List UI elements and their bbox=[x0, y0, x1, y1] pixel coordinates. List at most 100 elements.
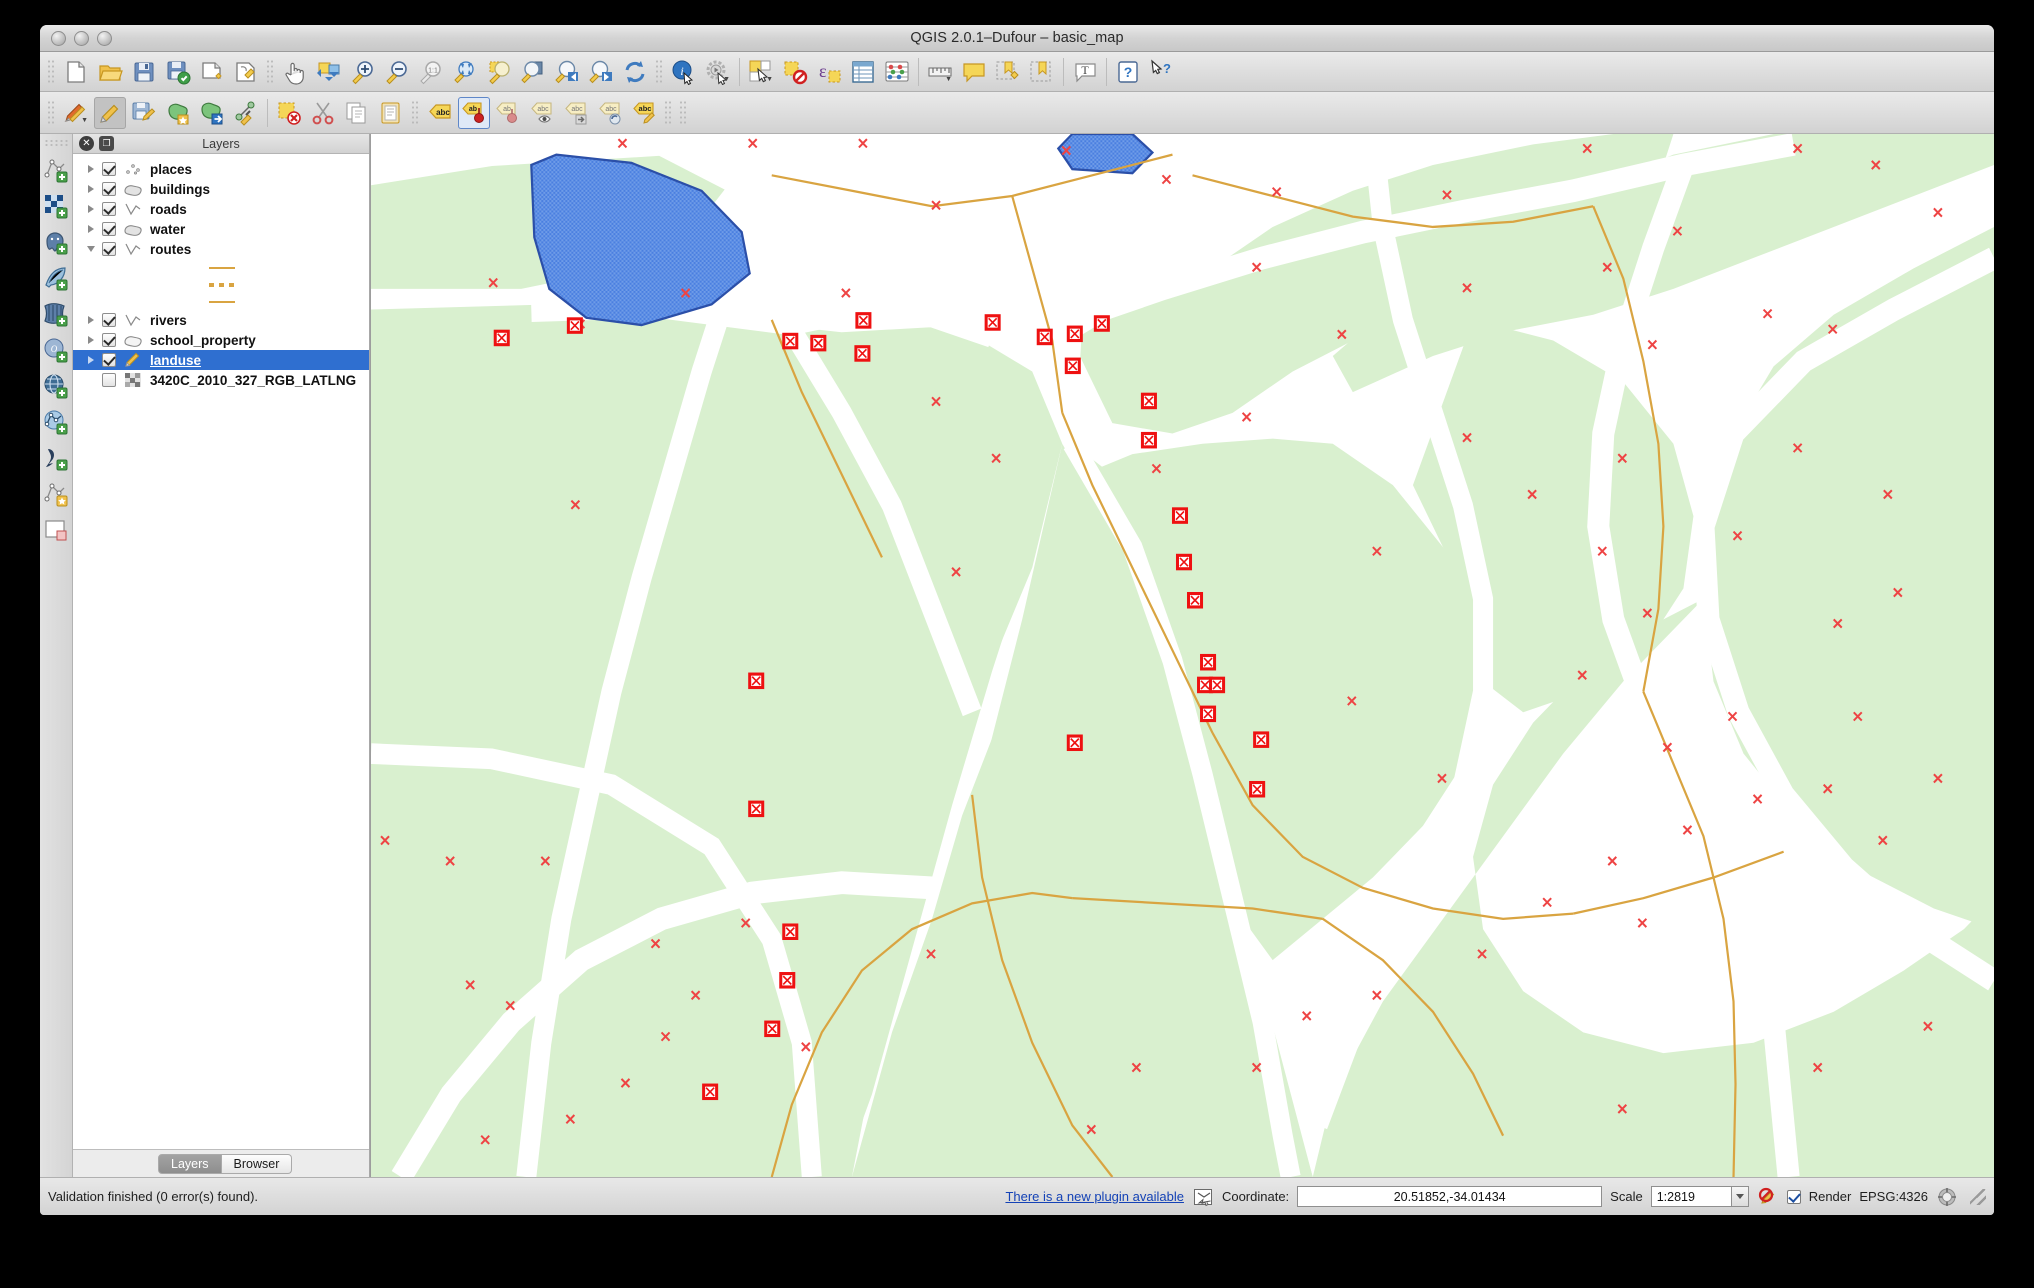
toolbar-grip-7[interactable] bbox=[679, 99, 688, 126]
expander-icon[interactable] bbox=[83, 246, 99, 252]
messages-icon[interactable] bbox=[1192, 1186, 1214, 1208]
expander-icon[interactable] bbox=[83, 336, 99, 344]
copy-features-icon[interactable] bbox=[341, 97, 373, 129]
text-annotation-icon[interactable]: T bbox=[1069, 56, 1101, 88]
cut-features-icon[interactable] bbox=[307, 97, 339, 129]
composer-manager-icon[interactable] bbox=[230, 56, 262, 88]
render-checkbox[interactable] bbox=[1786, 1189, 1801, 1204]
tab-browser[interactable]: Browser bbox=[221, 1153, 293, 1174]
zoom-button[interactable] bbox=[97, 31, 112, 46]
layer-row-routes[interactable]: routes bbox=[73, 239, 369, 259]
toolbar-grip[interactable] bbox=[47, 58, 56, 85]
pan-map-icon[interactable] bbox=[279, 56, 311, 88]
node-tool-icon[interactable] bbox=[230, 97, 262, 129]
show-hide-labels-icon[interactable]: abc bbox=[526, 97, 558, 129]
measure-line-icon[interactable]: ▼ bbox=[924, 56, 956, 88]
expander-icon[interactable] bbox=[83, 165, 99, 173]
change-label-icon[interactable]: abc bbox=[628, 97, 660, 129]
run-feature-action-icon[interactable]: ▼ bbox=[702, 56, 734, 88]
add-wms-layer-icon[interactable] bbox=[41, 368, 71, 404]
show-bookmarks-icon[interactable] bbox=[1026, 56, 1058, 88]
toolbar-grip-5[interactable] bbox=[411, 99, 420, 126]
chevron-down-icon[interactable]: ▼ bbox=[81, 117, 88, 124]
layer-visibility-checkbox[interactable] bbox=[102, 182, 116, 196]
coordinate-input[interactable]: 20.51852,-34.01434 bbox=[1297, 1186, 1603, 1207]
layers-tree[interactable]: places buildings roads water routes rive… bbox=[73, 154, 369, 1149]
leftbar-grip[interactable] bbox=[44, 139, 68, 148]
plugin-notice-link[interactable]: There is a new plugin available bbox=[1005, 1189, 1184, 1204]
toggle-editing-icon[interactable] bbox=[94, 96, 126, 129]
resize-grip[interactable] bbox=[1970, 1188, 1986, 1205]
current-edits-icon[interactable]: ▼ bbox=[60, 97, 92, 129]
select-features-icon[interactable]: ▼ bbox=[745, 56, 777, 88]
new-bookmark-icon[interactable] bbox=[992, 56, 1024, 88]
undock-icon[interactable]: ❐ bbox=[99, 136, 114, 151]
save-project-as-icon[interactable] bbox=[162, 56, 194, 88]
zoom-out-icon[interactable] bbox=[381, 56, 413, 88]
chevron-down-icon[interactable] bbox=[1730, 1186, 1749, 1207]
chevron-down-icon[interactable]: ▼ bbox=[945, 76, 952, 83]
toolbar-grip-6[interactable] bbox=[664, 99, 673, 126]
add-raster-layer-icon[interactable] bbox=[41, 188, 71, 224]
help-icon[interactable]: ? bbox=[1112, 56, 1144, 88]
move-label-icon[interactable]: abc bbox=[560, 97, 592, 129]
map-tips-icon[interactable] bbox=[958, 56, 990, 88]
crs-status-icon[interactable] bbox=[1936, 1186, 1958, 1208]
deselect-features-icon[interactable] bbox=[779, 56, 811, 88]
add-spatialite-layer-icon[interactable] bbox=[41, 260, 71, 296]
save-project-icon[interactable] bbox=[128, 56, 160, 88]
layer-visibility-checkbox[interactable] bbox=[102, 162, 116, 176]
open-field-calculator-icon[interactable] bbox=[881, 56, 913, 88]
zoom-last-icon[interactable] bbox=[551, 56, 583, 88]
add-wfs-layer-icon[interactable] bbox=[41, 404, 71, 440]
map-canvas[interactable] bbox=[370, 134, 1994, 1177]
delete-selected-icon[interactable] bbox=[273, 97, 305, 129]
layer-visibility-checkbox[interactable] bbox=[102, 222, 116, 236]
zoom-to-selection-icon[interactable] bbox=[483, 56, 515, 88]
expander-icon[interactable] bbox=[83, 225, 99, 233]
add-vector-layer-icon[interactable] bbox=[41, 152, 71, 188]
identify-features-icon[interactable]: i bbox=[668, 56, 700, 88]
expander-icon[interactable] bbox=[83, 185, 99, 193]
layer-row-school-property[interactable]: school_property bbox=[73, 330, 369, 350]
scale-input[interactable]: 1:2819 bbox=[1650, 1186, 1731, 1207]
new-print-composer-icon[interactable] bbox=[196, 56, 228, 88]
chevron-down-icon[interactable]: ▼ bbox=[766, 76, 773, 83]
add-mssql-layer-icon[interactable] bbox=[41, 296, 71, 332]
window-controls[interactable] bbox=[51, 31, 112, 46]
layer-visibility-checkbox[interactable] bbox=[102, 242, 116, 256]
no-rotation-icon[interactable] bbox=[1757, 1186, 1779, 1208]
expander-icon[interactable] bbox=[83, 316, 99, 324]
close-button[interactable] bbox=[51, 31, 66, 46]
highlight-labels-icon[interactable]: ab bbox=[492, 97, 524, 129]
pan-to-selection-icon[interactable] bbox=[313, 56, 345, 88]
label-icon[interactable]: abc bbox=[424, 97, 456, 129]
zoom-actual-size-icon[interactable]: 1:1 bbox=[415, 56, 447, 88]
layer-visibility-checkbox[interactable] bbox=[102, 373, 116, 387]
zoom-to-layer-icon[interactable] bbox=[517, 56, 549, 88]
open-style-manager-icon[interactable] bbox=[41, 512, 71, 548]
add-oracle-layer-icon[interactable]: O bbox=[41, 332, 71, 368]
open-attribute-table-icon[interactable] bbox=[847, 56, 879, 88]
whats-this-icon[interactable]: ? bbox=[1146, 56, 1178, 88]
expander-icon[interactable] bbox=[83, 356, 99, 364]
layer-row-buildings[interactable]: buildings bbox=[73, 179, 369, 199]
rotate-label-icon[interactable]: abc bbox=[594, 97, 626, 129]
add-delimited-text-layer-icon[interactable] bbox=[41, 440, 71, 476]
toolbar-grip-4[interactable] bbox=[47, 99, 56, 126]
layer-row-places[interactable]: places bbox=[73, 159, 369, 179]
layer-visibility-checkbox[interactable] bbox=[102, 202, 116, 216]
layer-row-roads[interactable]: roads bbox=[73, 199, 369, 219]
toolbar-grip-2[interactable] bbox=[266, 58, 275, 85]
zoom-in-icon[interactable] bbox=[347, 56, 379, 88]
layer-row-raster[interactable]: 3420C_2010_327_RGB_LATLNG bbox=[73, 370, 369, 390]
layer-visibility-checkbox[interactable] bbox=[102, 353, 116, 367]
add-postgis-layer-icon[interactable] bbox=[41, 224, 71, 260]
layer-row-water[interactable]: water bbox=[73, 219, 369, 239]
panel-header-icons[interactable]: ✕ ❐ bbox=[79, 136, 114, 151]
chevron-down-icon[interactable]: ▼ bbox=[723, 76, 730, 83]
minimize-button[interactable] bbox=[74, 31, 89, 46]
new-project-icon[interactable] bbox=[60, 56, 92, 88]
layer-row-rivers[interactable]: rivers bbox=[73, 310, 369, 330]
scale-combo[interactable]: 1:2819 bbox=[1650, 1186, 1749, 1207]
